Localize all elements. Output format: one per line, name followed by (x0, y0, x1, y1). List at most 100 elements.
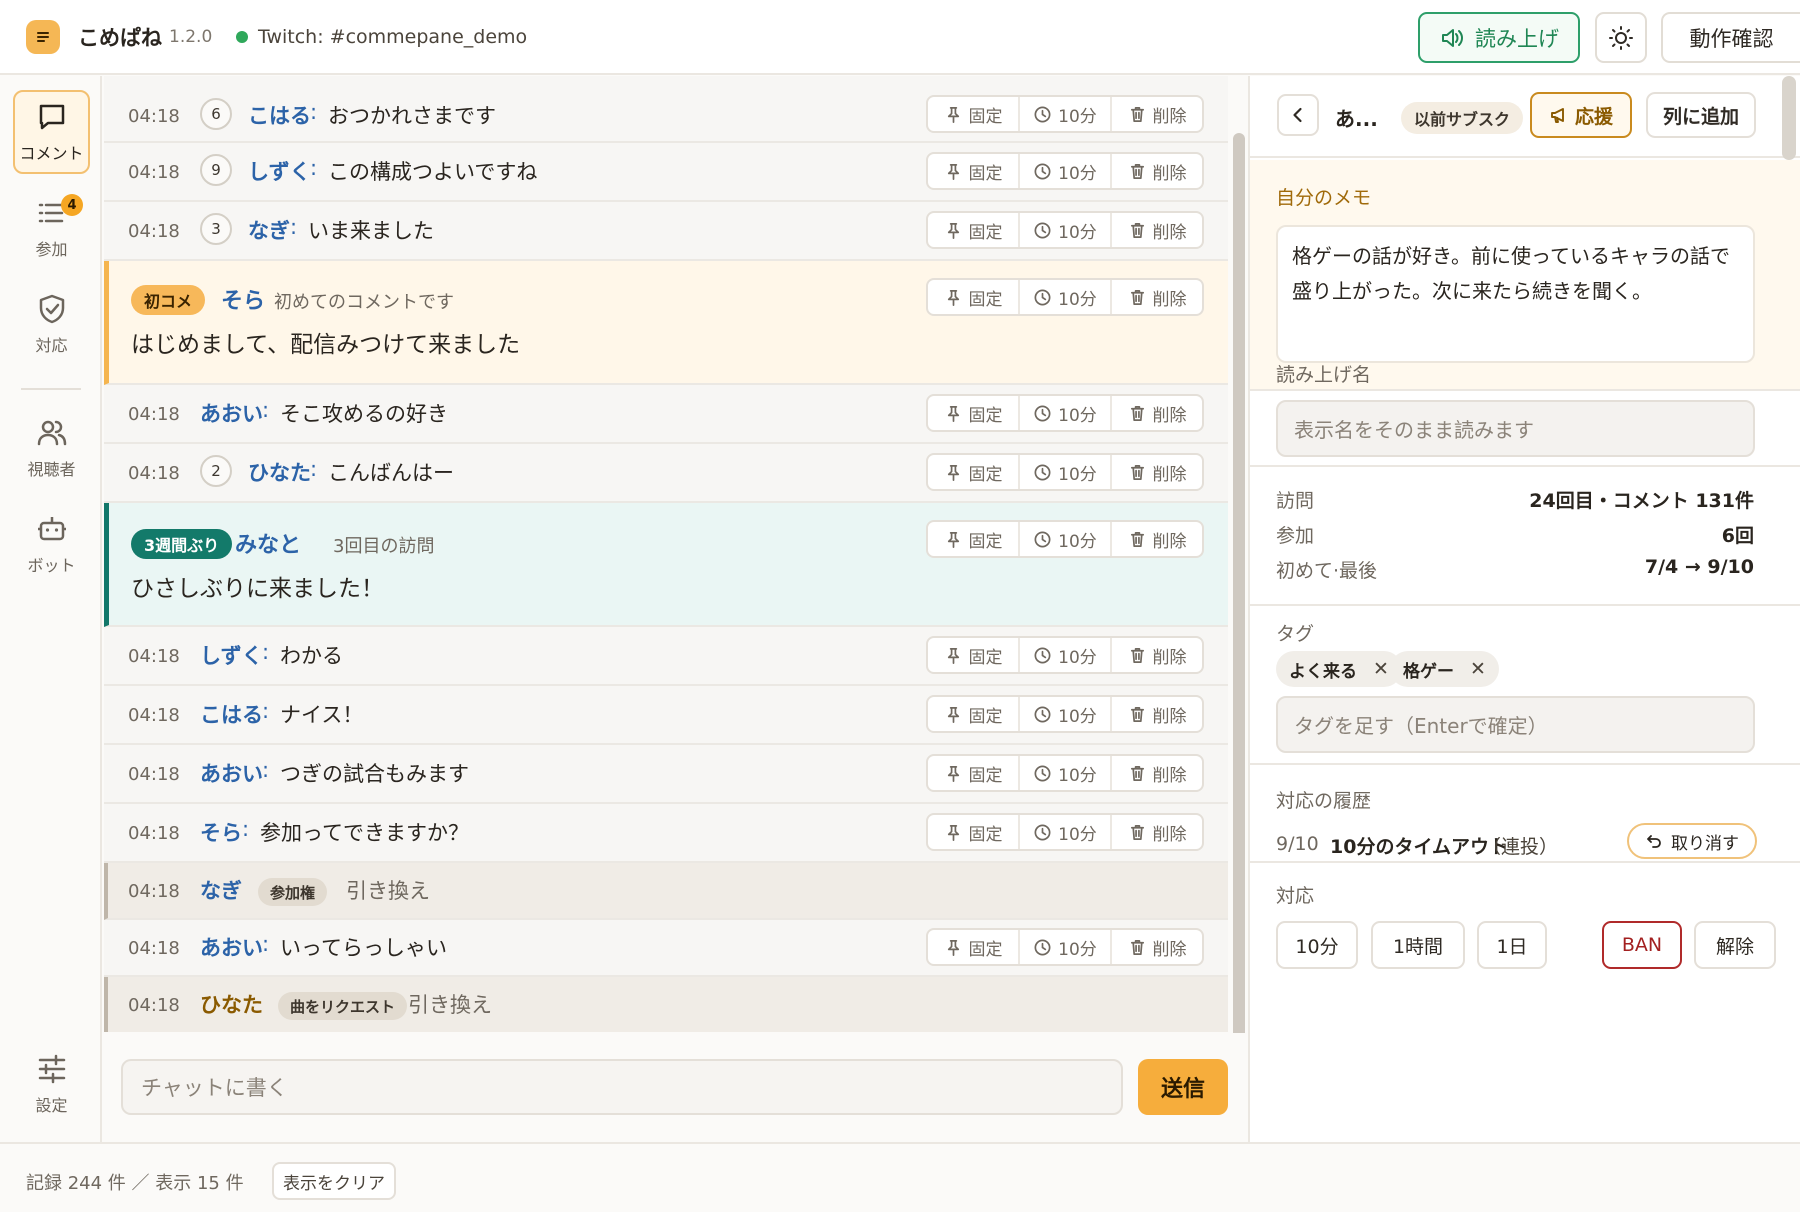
pin-button[interactable]: 固定 (928, 697, 1020, 731)
timeout-button[interactable]: 10分 (1020, 280, 1112, 314)
comment-author[interactable]: あおい (200, 932, 263, 962)
ban-button[interactable]: BAN (1602, 921, 1682, 969)
pin-button[interactable]: 固定 (928, 638, 1020, 672)
pin-icon (947, 647, 959, 664)
timeout-label: 10分 (1058, 464, 1097, 485)
chevron-left-icon (1293, 107, 1302, 123)
chat-input[interactable]: チャットに書く (121, 1059, 1123, 1115)
clear-display-button[interactable]: 表示をクリア (272, 1162, 396, 1200)
timeout-button[interactable]: 10分 (1020, 154, 1112, 188)
comment-time: 04:18 (128, 938, 180, 959)
comment-author[interactable]: そら (200, 817, 242, 847)
comment-time: 04:18 (128, 705, 180, 726)
stat-value: 6回 (1721, 525, 1754, 547)
timeout-1d-button[interactable]: 1日 (1477, 921, 1547, 969)
comment-author[interactable]: こはる (248, 100, 311, 130)
clock-icon (1034, 939, 1051, 955)
delete-button[interactable]: 削除 (1112, 213, 1202, 247)
pin-button[interactable]: 固定 (928, 815, 1020, 849)
add-to-queue-button[interactable]: 列に追加 (1646, 92, 1756, 138)
panel-scrollbar[interactable] (1782, 76, 1796, 160)
comment-author[interactable]: あおい (200, 758, 263, 788)
nav-viewers-label: 視聴者 (27, 460, 76, 479)
comment-author[interactable]: しずく (248, 156, 311, 186)
pin-label: 固定 (968, 222, 1003, 243)
undo-button[interactable]: 取り消す (1627, 823, 1757, 859)
pin-button[interactable]: 固定 (928, 522, 1020, 556)
comment-row: 04:18 2 ひなた : こんばんはー 固定 10分 削除 (104, 444, 1228, 503)
delete-button[interactable]: 削除 (1112, 396, 1202, 430)
delete-button[interactable]: 削除 (1112, 455, 1202, 489)
timeout-button[interactable]: 10分 (1020, 756, 1112, 790)
redeem-author[interactable]: なぎ (200, 875, 242, 905)
delete-button[interactable]: 削除 (1112, 756, 1202, 790)
timeout-1h-button[interactable]: 1時間 (1371, 921, 1465, 969)
pin-button[interactable]: 固定 (928, 455, 1020, 489)
delete-button[interactable]: 削除 (1112, 638, 1202, 672)
comment-list-scrollbar[interactable] (1233, 133, 1245, 1045)
comment-author[interactable]: こはる (200, 699, 263, 729)
delete-button[interactable]: 削除 (1112, 930, 1202, 964)
remove-tag-icon[interactable]: ✕ (1470, 658, 1486, 680)
timeout-button[interactable]: 10分 (1020, 697, 1112, 731)
timeout-button[interactable]: 10分 (1020, 455, 1112, 489)
clock-icon (1034, 106, 1051, 122)
comment-row: 04:18 しずく : わかる 固定 10分 削除 (104, 627, 1228, 686)
timeout-button[interactable]: 10分 (1020, 396, 1112, 430)
pin-button[interactable]: 固定 (928, 97, 1020, 131)
check-operation-button[interactable]: 動作確認 (1661, 12, 1800, 63)
timeout-button[interactable]: 10分 (1020, 638, 1112, 672)
comment-author[interactable]: あおい (200, 398, 263, 428)
pin-button[interactable]: 固定 (928, 396, 1020, 430)
author-colon: : (290, 215, 298, 239)
timeout-10m-button[interactable]: 10分 (1276, 921, 1358, 969)
nav-bot[interactable]: ボット (13, 502, 90, 586)
add-tag-input[interactable]: タグを足す（Enterで確定） (1276, 696, 1755, 753)
comment-actions: 固定 10分 削除 (926, 394, 1204, 432)
returning-viewer-row: 3週間ぶり みなと 3回目の訪問 ひさしぶりに来ました！ 固定 10分 削除 (104, 503, 1228, 627)
back-button[interactable] (1277, 94, 1319, 136)
timeout-button[interactable]: 10分 (1020, 930, 1112, 964)
pin-button[interactable]: 固定 (928, 756, 1020, 790)
delete-button[interactable]: 削除 (1112, 97, 1202, 131)
delete-button[interactable]: 削除 (1112, 522, 1202, 556)
comment-list: 04:18 6 こはる : おつかれさまです 固定 10分 削除 04:18 9… (104, 76, 1228, 1032)
timeout-button[interactable]: 10分 (1020, 97, 1112, 131)
pin-button[interactable]: 固定 (928, 280, 1020, 314)
nav-comments[interactable]: コメント (13, 90, 90, 174)
author-colon: : (310, 457, 318, 481)
delete-button[interactable]: 削除 (1112, 154, 1202, 188)
join-count-badge: 4 (61, 194, 83, 216)
nav-settings[interactable]: 設定 (13, 1042, 90, 1126)
delete-button[interactable]: 削除 (1112, 280, 1202, 314)
comment-message: ひさしぶりに来ました！ (131, 576, 384, 602)
nav-join[interactable]: 参加 4 (13, 186, 90, 270)
author-colon: : (262, 398, 270, 422)
comment-author[interactable]: なぎ (248, 215, 290, 245)
remove-tag-icon[interactable]: ✕ (1373, 658, 1389, 680)
timeout-button[interactable]: 10分 (1020, 213, 1112, 247)
author-colon: : (242, 817, 250, 841)
comment-author[interactable]: ひなた (248, 457, 311, 487)
delete-button[interactable]: 削除 (1112, 815, 1202, 849)
timeout-button[interactable]: 10分 (1020, 522, 1112, 556)
pin-button[interactable]: 固定 (928, 154, 1020, 188)
pin-button[interactable]: 固定 (928, 213, 1020, 247)
delete-label: 削除 (1152, 464, 1187, 485)
comment-author[interactable]: みなと (235, 527, 301, 559)
read-aloud-button[interactable]: 読み上げ (1418, 12, 1580, 63)
timeout-button[interactable]: 10分 (1020, 815, 1112, 849)
unban-button[interactable]: 解除 (1694, 921, 1776, 969)
comment-author[interactable]: そら (221, 283, 265, 315)
read-name-input[interactable]: 表示名をそのまま読みます (1276, 400, 1755, 457)
nav-response[interactable]: 対応 (13, 282, 90, 366)
memo-textarea[interactable]: 格ゲーの話が好き。前に使っているキャラの話で盛り上がった。次に来たら続きを聞く。 (1276, 225, 1755, 363)
delete-button[interactable]: 削除 (1112, 697, 1202, 731)
support-button[interactable]: 応援 (1530, 92, 1632, 138)
theme-toggle-button[interactable] (1595, 12, 1647, 63)
nav-viewers[interactable]: 視聴者 (13, 406, 90, 490)
redeem-author[interactable]: ひなた (200, 989, 263, 1019)
send-button[interactable]: 送信 (1138, 1059, 1228, 1115)
comment-author[interactable]: しずく (200, 640, 263, 670)
pin-button[interactable]: 固定 (928, 930, 1020, 964)
